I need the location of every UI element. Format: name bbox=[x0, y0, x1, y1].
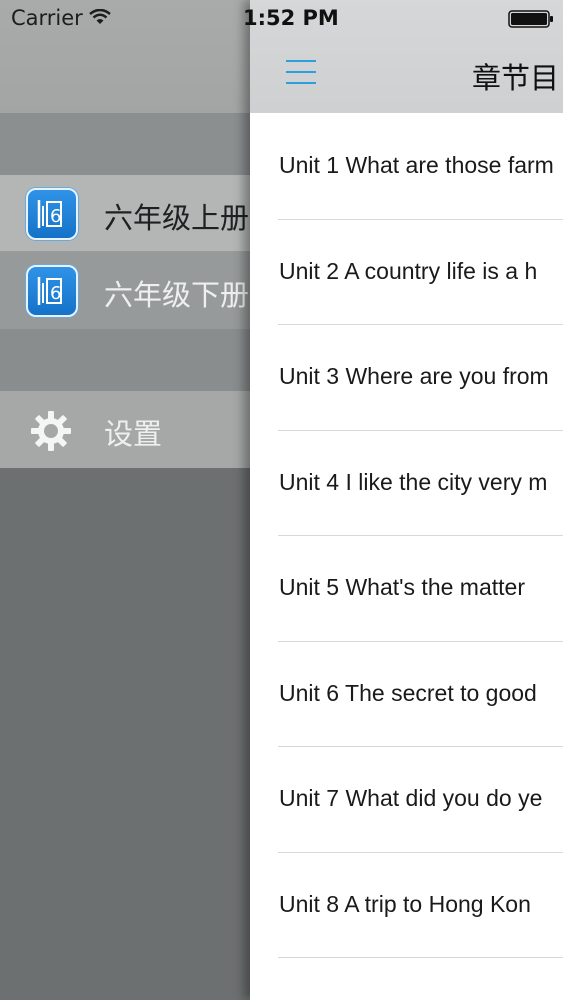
drawer-item-label: 设置 bbox=[104, 417, 163, 451]
list-item[interactable]: Unit 2 A country life is a h bbox=[250, 220, 563, 326]
drawer-item-label: 六年级下册 bbox=[104, 278, 250, 312]
list-item[interactable]: Unit 8 A trip to Hong Kon bbox=[250, 853, 563, 959]
chapter-title: Unit 6 The secret to good bbox=[279, 679, 537, 706]
chapter-list: Unit 1 What are those farm Unit 2 A coun… bbox=[250, 114, 563, 958]
chapter-title: Unit 7 What did you do ye bbox=[279, 785, 543, 811]
chapter-title: Unit 8 A trip to Hong Kon bbox=[279, 890, 531, 917]
chapter-title: Unit 3 Where are you from bbox=[279, 363, 549, 389]
list-item[interactable]: Unit 3 Where are you from bbox=[250, 325, 563, 431]
carrier-label: Carrier bbox=[11, 6, 83, 30]
chapter-panel: 章节目 Unit 1 What are those farm Unit 2 A … bbox=[250, 0, 563, 1000]
book-app-icon: 6 bbox=[26, 188, 78, 240]
hamburger-menu-icon[interactable] bbox=[286, 59, 316, 89]
book-app-icon: 6 bbox=[26, 265, 78, 317]
list-item[interactable]: Unit 1 What are those farm bbox=[250, 114, 563, 220]
drawer-item-label: 六年级上册 bbox=[104, 201, 250, 235]
list-item[interactable]: Unit 6 The secret to good bbox=[250, 642, 563, 748]
wifi-icon bbox=[89, 8, 111, 29]
svg-text:6: 6 bbox=[50, 206, 61, 227]
status-time: 1:52 PM bbox=[243, 6, 339, 30]
chapter-title: Unit 1 What are those farm bbox=[279, 152, 554, 178]
list-item[interactable]: Unit 7 What did you do ye bbox=[250, 747, 563, 853]
svg-text:6: 6 bbox=[50, 283, 61, 304]
page-title: 章节目 bbox=[472, 61, 560, 95]
chapter-title: Unit 5 What's the matter bbox=[279, 574, 525, 600]
list-item[interactable]: Unit 4 I like the city very m bbox=[250, 431, 563, 537]
gear-icon bbox=[30, 410, 72, 456]
chapter-title: Unit 4 I like the city very m bbox=[279, 468, 548, 495]
list-item[interactable]: Unit 5 What's the matter bbox=[250, 536, 563, 642]
chapter-title: Unit 2 A country life is a h bbox=[279, 257, 538, 284]
battery-icon bbox=[508, 10, 554, 32]
